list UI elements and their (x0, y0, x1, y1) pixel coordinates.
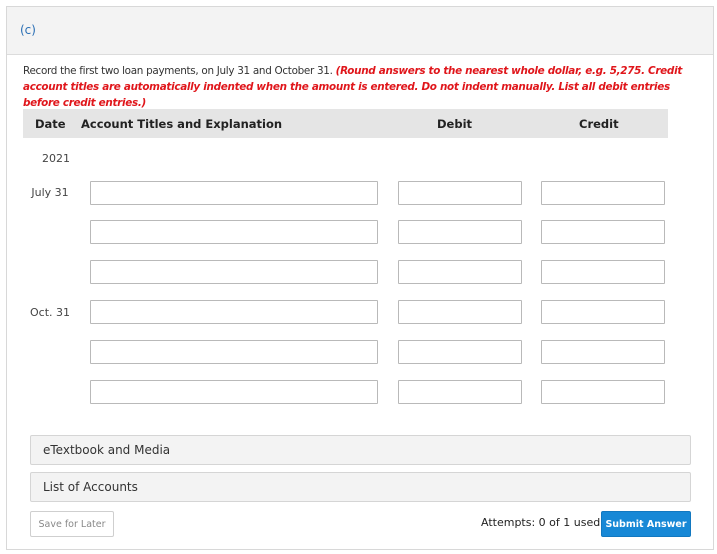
save-for-later-button[interactable]: Save for Later (30, 511, 114, 537)
header-date: Date (35, 117, 66, 131)
etextbook-media-accordion[interactable]: eTextbook and Media (30, 435, 691, 465)
entry-date-july-31: July 31 (31, 186, 69, 199)
entry1-row2-debit-input[interactable] (398, 220, 522, 244)
entry1-row2-account-input[interactable] (90, 220, 378, 244)
instructions: Record the first two loan payments, on J… (23, 63, 693, 111)
entry2-row3-account-input[interactable] (90, 380, 378, 404)
entry2-row3-debit-input[interactable] (398, 380, 522, 404)
instructions-text: Record the first two loan payments, on J… (23, 65, 333, 77)
entry2-row2-debit-input[interactable] (398, 340, 522, 364)
submit-answer-button[interactable]: Submit Answer (601, 511, 691, 537)
entry1-row3-debit-input[interactable] (398, 260, 522, 284)
entry2-row3-credit-input[interactable] (541, 380, 665, 404)
entry1-row3-credit-input[interactable] (541, 260, 665, 284)
header-credit: Credit (579, 117, 619, 131)
entry1-row1-credit-input[interactable] (541, 181, 665, 205)
journal-table-header: Date Account Titles and Explanation Debi… (23, 109, 668, 138)
entry2-row2-credit-input[interactable] (541, 340, 665, 364)
list-of-accounts-label: List of Accounts (43, 480, 138, 494)
entry2-row2-account-input[interactable] (90, 340, 378, 364)
attempts-counter: Attempts: 0 of 1 used (481, 516, 601, 529)
list-of-accounts-accordion[interactable]: List of Accounts (30, 472, 691, 502)
entry1-row1-debit-input[interactable] (398, 181, 522, 205)
entry1-row3-account-input[interactable] (90, 260, 378, 284)
entry-date-oct-31: Oct. 31 (29, 306, 70, 319)
entry2-row1-debit-input[interactable] (398, 300, 522, 324)
year-label: 2021 (42, 152, 70, 165)
card-header: (c) (7, 7, 713, 55)
header-account-titles: Account Titles and Explanation (81, 117, 283, 131)
part-label: (c) (20, 23, 36, 37)
entry2-row1-account-input[interactable] (90, 300, 378, 324)
header-debit: Debit (437, 117, 473, 131)
etextbook-media-label: eTextbook and Media (43, 443, 171, 457)
entry1-row2-credit-input[interactable] (541, 220, 665, 244)
entry1-row1-account-input[interactable] (90, 181, 378, 205)
entry2-row1-credit-input[interactable] (541, 300, 665, 324)
